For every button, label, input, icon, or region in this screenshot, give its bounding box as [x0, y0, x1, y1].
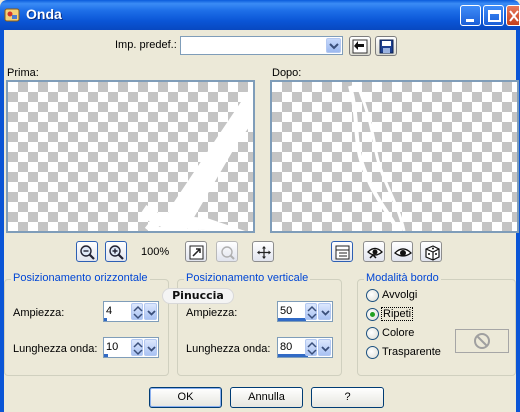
radio-button[interactable] [366, 346, 379, 359]
vertical-amplitude-value: 50 [280, 305, 293, 317]
help-button[interactable]: ? [311, 387, 384, 408]
minimize-icon [466, 19, 474, 22]
app-icon [4, 8, 20, 22]
spin-buttons [305, 303, 331, 320]
move-icon [257, 246, 271, 259]
zoom-level: 100% [141, 246, 170, 258]
resize-icon [189, 245, 204, 260]
after-preview[interactable] [270, 80, 519, 233]
spin-dropdown-button[interactable] [144, 339, 157, 356]
load-preset-button[interactable] [349, 36, 371, 56]
vertical-group-title: Posizionamento verticale [184, 272, 311, 284]
spin-dropdown-button[interactable] [318, 303, 331, 320]
horizontal-wavelength-spinner[interactable]: 10 [103, 337, 159, 358]
horizontal-group: Posizionamento orizzontale [4, 272, 169, 376]
randomize-button[interactable] [420, 241, 442, 262]
title-bar[interactable]: Onda [0, 0, 520, 30]
up-down-icon [133, 305, 143, 320]
proof-button[interactable] [216, 241, 238, 262]
toggle-preview-button[interactable] [391, 241, 413, 262]
zoom-in-button[interactable] [105, 241, 127, 262]
ok-button[interactable]: OK [149, 387, 222, 408]
radio-label: Avvolgi [382, 289, 418, 301]
vertical-amplitude-label: Ampiezza: [186, 307, 238, 319]
before-preview[interactable] [6, 80, 255, 233]
preview-on-image-button[interactable] [363, 241, 385, 262]
radio-button[interactable] [366, 308, 379, 321]
chevron-down-icon [147, 346, 156, 352]
floppy-disk-icon [379, 39, 394, 54]
spin-updown-button[interactable] [131, 303, 143, 320]
horizontal-amplitude-label: Ampiezza: [13, 307, 65, 319]
horizontal-group-title: Posizionamento orizzontale [11, 272, 150, 284]
chevron-down-icon [329, 43, 339, 50]
up-down-icon [133, 341, 143, 356]
preset-label: Imp. predef.: [115, 39, 177, 51]
up-down-icon [307, 305, 317, 320]
eye-hand-icon [367, 247, 383, 259]
after-preview-image [348, 85, 406, 231]
chevron-down-icon [321, 346, 330, 352]
zoom-out-button[interactable] [76, 241, 98, 262]
save-preset-button[interactable] [375, 36, 397, 56]
horizontal-wavelength-level [104, 354, 108, 357]
vertical-wavelength-spinner[interactable]: 80 [277, 337, 333, 358]
radio-selected-dot [370, 312, 375, 317]
radio-button[interactable] [366, 327, 379, 340]
layout-icon [335, 245, 350, 260]
horizontal-amplitude-spinner[interactable]: 4 [103, 301, 159, 322]
zoom-actual-icon [221, 246, 235, 260]
spin-dropdown-button[interactable] [144, 303, 157, 320]
horizontal-amplitude-level [104, 318, 107, 321]
spin-buttons [131, 303, 157, 320]
vertical-wavelength-value: 80 [280, 341, 293, 353]
vertical-wavelength-label: Lunghezza onda: [186, 343, 271, 355]
horizontal-amplitude-value: 4 [106, 305, 113, 317]
eye-icon [394, 248, 412, 257]
horizontal-wavelength-label: Lunghezza onda: [13, 343, 98, 355]
pan-button[interactable] [252, 241, 274, 262]
after-label: Dopo: [272, 67, 302, 79]
vertical-amplitude-level [278, 318, 306, 321]
dropdown-arrow-button[interactable] [326, 38, 341, 53]
vertical-wavelength-level [278, 354, 308, 357]
spin-dropdown-button[interactable] [318, 339, 331, 356]
radio-button[interactable] [366, 289, 379, 302]
undo-arrow-icon [352, 39, 368, 54]
before-label: Prima: [7, 67, 39, 79]
show-original-button[interactable] [331, 241, 353, 262]
close-button[interactable] [506, 5, 520, 26]
minimize-button[interactable] [460, 5, 481, 26]
preset-dropdown[interactable] [180, 36, 343, 55]
up-down-icon [307, 341, 317, 356]
edge-mode-group-title: Modalità bordo [364, 272, 441, 284]
spin-updown-button[interactable] [305, 339, 317, 356]
spin-updown-button[interactable] [305, 303, 317, 320]
edge-color-swatch[interactable] [455, 329, 509, 353]
spin-buttons [131, 339, 157, 356]
horizontal-wavelength-value: 10 [106, 341, 119, 353]
spin-updown-button[interactable] [131, 339, 143, 356]
maximize-icon [488, 10, 501, 22]
window-title: Onda [26, 6, 62, 22]
zoom-out-icon [80, 245, 95, 260]
radio-label: Ripeti [380, 307, 414, 321]
radio-label: Trasparente [382, 346, 441, 358]
dice-icon [425, 245, 440, 261]
spin-buttons [305, 339, 331, 356]
disabled-icon [474, 333, 490, 349]
watermark-label: Pinuccia [162, 288, 234, 304]
chevron-down-icon [147, 310, 156, 316]
chevron-down-icon [321, 310, 330, 316]
edge-mode-group: Modalità bordo [357, 272, 516, 376]
close-icon [509, 10, 519, 22]
maximize-button[interactable] [483, 5, 504, 26]
fit-preview-button[interactable] [185, 241, 207, 262]
zoom-in-icon [109, 245, 124, 260]
vertical-amplitude-spinner[interactable]: 50 [277, 301, 333, 322]
cancel-button[interactable]: Annulla [230, 387, 303, 408]
before-preview-image [139, 84, 253, 231]
radio-label: Colore [382, 327, 415, 339]
